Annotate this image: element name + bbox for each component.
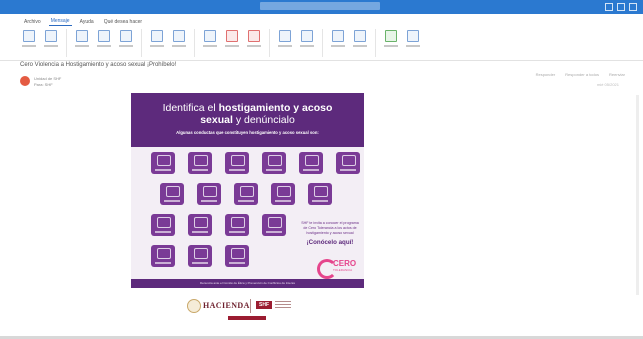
ribbon-tabs: Archivo Mensaje Ayuda Qué desea hacer: [0, 14, 643, 26]
addins-icon: [385, 30, 397, 42]
tab-ayuda[interactable]: Ayuda: [78, 19, 96, 26]
maximize-icon[interactable]: [617, 3, 625, 11]
poster-image: Identifica el hostigamiento y acoso sexu…: [131, 93, 364, 288]
find-button[interactable]: [298, 26, 316, 60]
delete-icon: [23, 30, 35, 42]
conduct-tile: [188, 152, 212, 174]
poster-header: Identifica el hostigamiento y acoso sexu…: [131, 93, 364, 147]
archive-icon: [45, 30, 57, 42]
poster-bottom-bar: Denuncia ante el Comité de Ética y Preve…: [131, 279, 364, 288]
reply-button[interactable]: [73, 26, 91, 60]
quick-steps-icon: [151, 30, 163, 42]
conduct-tile: [151, 214, 175, 236]
poster-cta[interactable]: ¡Conócelo aquí!: [301, 239, 359, 246]
poster-subtitle: Algunas conductas que constituyen hostig…: [176, 130, 319, 135]
insights-icon: [407, 30, 419, 42]
conduct-tile: [308, 183, 332, 205]
translate-icon: [279, 30, 291, 42]
title-bar: [0, 0, 643, 14]
tab-mensaje[interactable]: Mensaje: [48, 18, 72, 26]
forward-button[interactable]: [117, 26, 135, 60]
categorize-icon: [226, 30, 238, 42]
conduct-tile: [188, 245, 212, 267]
conduct-tile: [271, 183, 295, 205]
conduct-tile: [225, 214, 249, 236]
poster-title: Identifica el hostigamiento y acoso sexu…: [162, 102, 333, 126]
conduct-tile: [336, 152, 360, 174]
flag-icon: [248, 30, 260, 42]
find-icon: [301, 30, 313, 42]
reply-action[interactable]: Responder: [536, 72, 556, 77]
move-button[interactable]: [170, 26, 188, 60]
forward-icon: [120, 30, 132, 42]
reply-all-icon: [98, 30, 110, 42]
follow-up-button[interactable]: [245, 26, 263, 60]
conduct-tile: [299, 152, 323, 174]
read-aloud-button[interactable]: [329, 26, 347, 60]
move-icon: [173, 30, 185, 42]
poster-info: SHF te invita a conocer el programa de C…: [301, 221, 359, 246]
conduct-tile: [188, 214, 212, 236]
cero-brand: CERO: [333, 259, 357, 268]
avatar: [20, 76, 30, 86]
eagle-seal-icon: [187, 299, 201, 313]
quick-steps-button[interactable]: [148, 26, 166, 60]
rules-icon: [204, 30, 216, 42]
reply-all-action[interactable]: Responder a todos: [565, 72, 599, 77]
tab-archivo[interactable]: Archivo: [22, 19, 43, 26]
conduct-tile: [151, 245, 175, 267]
translate-button[interactable]: [276, 26, 294, 60]
sender-to: Para: SHF: [34, 82, 53, 87]
conduct-tile: [225, 152, 249, 174]
read-aloud-icon: [332, 30, 344, 42]
footer-logos: HACIENDA SHF: [131, 292, 364, 320]
email-subject: Cero Violencia a Hostigamiento y acoso s…: [20, 62, 177, 68]
vertical-scrollbar[interactable]: [636, 95, 639, 295]
rules-button[interactable]: [201, 26, 219, 60]
zoom-icon: [354, 30, 366, 42]
conduct-tile: [262, 152, 286, 174]
message-actions: Responder Responder a todos Reenviar: [536, 72, 625, 77]
reply-all-button[interactable]: [95, 26, 113, 60]
archive-button[interactable]: [42, 26, 60, 60]
received-date: mié 05/2021: [596, 82, 619, 87]
close-icon[interactable]: [629, 3, 637, 11]
footer-band: [228, 316, 266, 320]
ribbon-toolbar: [0, 26, 643, 61]
forward-action[interactable]: Reenviar: [609, 72, 625, 77]
delete-button[interactable]: [20, 26, 38, 60]
tab-search[interactable]: Qué desea hacer: [102, 19, 144, 26]
conduct-tile: [225, 245, 249, 267]
insights-button[interactable]: [404, 26, 422, 60]
shf-logo: SHF: [256, 301, 272, 309]
hacienda-logo: HACIENDA: [203, 301, 250, 310]
minimize-icon[interactable]: [605, 3, 613, 11]
conduct-tile: [234, 183, 258, 205]
conduct-tile: [151, 152, 175, 174]
cero-brand-sub: TOLERANCIA: [333, 268, 353, 272]
conduct-tile: [262, 214, 286, 236]
reply-icon: [76, 30, 88, 42]
sender-info: Unidad de SHF Para: SHF: [34, 76, 61, 88]
conduct-tile: [160, 183, 184, 205]
conduct-tile: [197, 183, 221, 205]
categorize-button[interactable]: [223, 26, 241, 60]
poster-info-text: SHF te invita a conocer el programa de C…: [301, 221, 359, 235]
addins-button[interactable]: [382, 26, 400, 60]
zoom-button[interactable]: [351, 26, 369, 60]
window-title-placeholder: [260, 2, 380, 10]
logo-divider: [250, 299, 251, 313]
shf-logo-sub: [275, 301, 291, 309]
